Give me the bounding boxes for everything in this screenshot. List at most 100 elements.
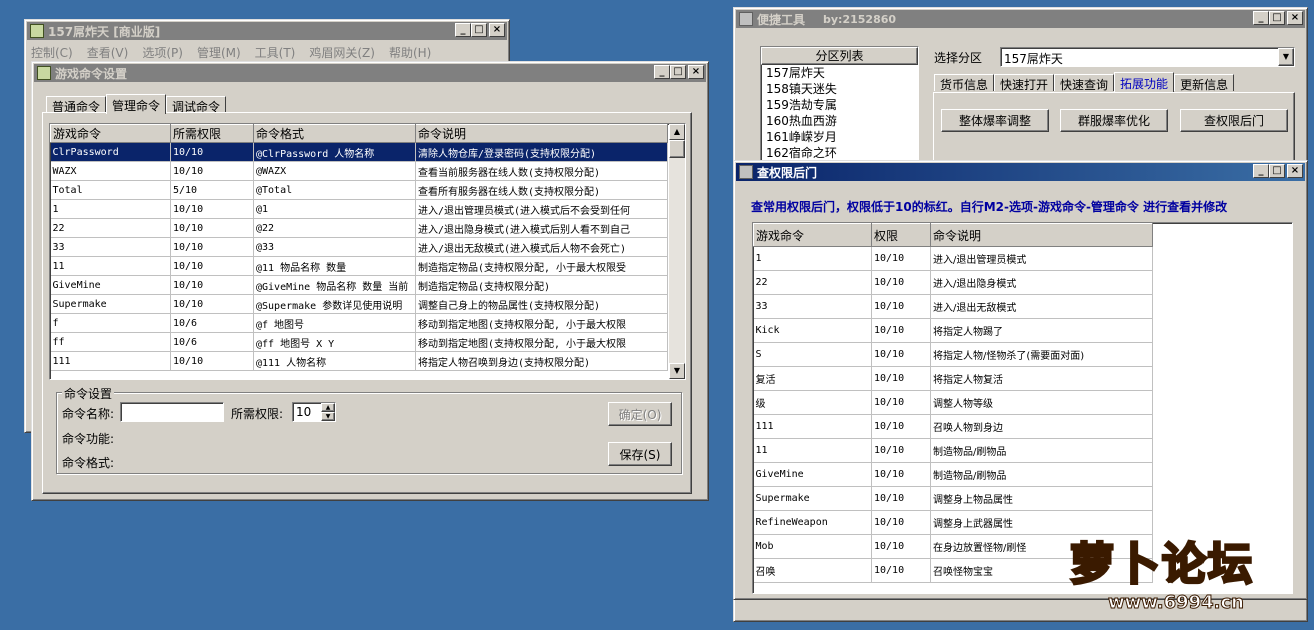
table-row[interactable]: Total 5/10 @Total 查看所有服务器在线人数(支持权限分配) — [50, 180, 668, 200]
table-cell: 将指定人物召唤到身边(支持权限分配) — [415, 351, 668, 371]
table-row[interactable]: ff 10/6 @ff 地图号 X Y 移动到指定地图(支持权限分配, 小于最大权限 — [50, 332, 668, 352]
table-row[interactable]: 级 10/10 调整人物等级 — [753, 390, 1153, 415]
check-permission-button[interactable]: 查权限后门 — [1180, 109, 1288, 132]
table-cell: 10/10 — [871, 558, 931, 583]
table-row[interactable]: GiveMine 10/10 制造物品/刷物品 — [753, 462, 1153, 487]
close-icon[interactable]: × — [489, 23, 505, 37]
minimize-icon[interactable]: _ — [654, 65, 670, 79]
spin-up-icon[interactable]: ▲ — [321, 403, 335, 412]
list-item[interactable]: 160热血西游 — [766, 113, 918, 129]
table-row[interactable]: 22 10/10 @22 进入/退出隐身模式(进入模式后别人看不到自己 — [50, 218, 668, 238]
table-cell: 召唤人物到身边 — [930, 414, 1153, 439]
minimize-icon[interactable]: _ — [1253, 164, 1269, 178]
table-cell: 调整自己身上的物品属性(支持权限分配) — [415, 294, 668, 314]
table-row[interactable]: f 10/6 @f 地图号 移动到指定地图(支持权限分配, 小于最大权限 — [50, 313, 668, 333]
table-cell: 10/10 — [871, 246, 931, 271]
table-cell: 10/10 — [170, 237, 254, 257]
partition-select[interactable]: 157屌炸天 ▼ — [1000, 47, 1295, 67]
chevron-down-icon[interactable]: ▼ — [1278, 48, 1294, 66]
column-header[interactable]: 命令说明 — [415, 124, 668, 143]
permission-spinner[interactable]: 10 ▲ ▼ — [292, 402, 336, 422]
commands-scrollbar[interactable]: ▲ ▼ — [669, 124, 685, 379]
menu-item[interactable]: 管理(M) — [197, 44, 241, 61]
confirm-button[interactable]: 确定(O) — [608, 402, 672, 426]
table-row[interactable]: Kick 10/10 将指定人物踢了 — [753, 318, 1153, 343]
main-app-titlebar[interactable]: 157屌炸天 [商业版] _ □ × — [27, 22, 507, 40]
minimize-icon[interactable]: _ — [1253, 11, 1269, 25]
list-item[interactable]: 159浩劫专属 — [766, 97, 918, 113]
main-app-title: 157屌炸天 [商业版] — [48, 24, 161, 39]
table-cell: 10/10 — [871, 366, 931, 391]
table-cell: 10/10 — [871, 438, 931, 463]
list-item[interactable]: 162宿命之环 — [766, 145, 918, 161]
table-row[interactable]: 111 10/10 召唤人物到身边 — [753, 414, 1153, 439]
table-row[interactable]: Supermake 10/10 调整身上物品属性 — [753, 486, 1153, 511]
list-item[interactable]: 158镇天迷失 — [766, 81, 918, 97]
tab-quick-open[interactable]: 快速打开 — [994, 74, 1055, 92]
table-row[interactable]: WAZX 10/10 @WAZX 查看当前服务器在线人数(支持权限分配) — [50, 161, 668, 181]
table-cell: 制造指定物品(支持权限分配) — [415, 275, 668, 295]
table-row[interactable]: ClrPassword 10/10 @ClrPassword 人物名称 清除人物仓库/… — [50, 142, 668, 162]
table-row[interactable]: 33 10/10 进入/退出无敌模式 — [753, 294, 1153, 319]
tab-admin-commands[interactable]: 管理命令 — [106, 94, 167, 114]
table-row[interactable]: 1 10/10 进入/退出管理员模式 — [753, 246, 1153, 271]
menu-item[interactable]: 鸡眉网关(Z) — [309, 44, 375, 61]
list-item[interactable]: 161峥嵘岁月 — [766, 129, 918, 145]
scroll-thumb[interactable] — [669, 140, 685, 158]
tab-currency-info[interactable]: 货币信息 — [934, 74, 995, 92]
table-row[interactable]: 111 10/10 @111 人物名称 将指定人物召唤到身边(支持权限分配) — [50, 351, 668, 371]
table-row[interactable]: 1 10/10 @1 进入/退出管理员模式(进入模式后不会受到任何 — [50, 199, 668, 219]
table-row[interactable]: 复活 10/10 将指定人物复活 — [753, 366, 1153, 391]
maximize-icon[interactable]: □ — [471, 23, 487, 37]
maximize-icon[interactable]: □ — [670, 65, 686, 79]
table-cell: 10/6 — [170, 332, 254, 352]
command-tabs: 普通命令 管理命令 调试命令 — [46, 93, 227, 114]
app-icon — [37, 66, 51, 80]
column-header[interactable]: 命令格式 — [253, 124, 416, 143]
table-cell: 调整人物等级 — [930, 390, 1153, 415]
maximize-icon[interactable]: □ — [1269, 11, 1285, 25]
drop-rate-adjust-button[interactable]: 整体爆率调整 — [941, 109, 1049, 132]
table-row[interactable]: GiveMine 10/10 @GiveMine 物品名称 数量 当前 制造指定物品(… — [50, 275, 668, 295]
close-icon[interactable]: × — [688, 65, 704, 79]
menu-item[interactable]: 查看(V) — [87, 44, 129, 61]
table-row[interactable]: S 10/10 将指定人物/怪物杀了(需要面对面) — [753, 342, 1153, 367]
command-name-input[interactable] — [120, 402, 224, 422]
scroll-up-icon[interactable]: ▲ — [669, 124, 685, 140]
command-settings-titlebar[interactable]: 游戏命令设置 _ □ × — [34, 64, 706, 82]
maximize-icon[interactable]: □ — [1269, 164, 1285, 178]
menu-item[interactable]: 选项(P) — [142, 44, 183, 61]
partition-list[interactable]: 分区列表 157屌炸天 158镇天迷失 159浩劫专属 160热血西游 161峥嵘岁月 1… — [760, 46, 919, 162]
table-row[interactable]: 22 10/10 进入/退出隐身模式 — [753, 270, 1153, 295]
minimize-icon[interactable]: _ — [455, 23, 471, 37]
tab-quick-query[interactable]: 快速查询 — [1054, 74, 1115, 92]
tab-extensions[interactable]: 拓展功能 — [1114, 72, 1175, 92]
list-item[interactable]: 157屌炸天 — [766, 65, 918, 81]
close-icon[interactable]: × — [1287, 11, 1303, 25]
menu-item[interactable]: 工具(T) — [255, 44, 296, 61]
table-cell: @f 地图号 — [253, 313, 416, 333]
permission-check-titlebar[interactable]: 查权限后门 _ □ × — [736, 163, 1305, 181]
tab-normal-commands[interactable]: 普通命令 — [46, 96, 107, 114]
scroll-down-icon[interactable]: ▼ — [669, 363, 685, 379]
tools-titlebar[interactable]: 便捷工具 by:2152860 _ □ × — [736, 10, 1305, 28]
tab-update-info[interactable]: 更新信息 — [1174, 74, 1235, 92]
save-button[interactable]: 保存(S) — [608, 442, 672, 466]
close-icon[interactable]: × — [1287, 164, 1303, 178]
spin-down-icon[interactable]: ▼ — [321, 412, 335, 421]
table-row[interactable]: 11 10/10 制造物品/刷物品 — [753, 438, 1153, 463]
menu-item[interactable]: 帮助(H) — [389, 44, 431, 61]
table-row[interactable]: 11 10/10 @11 物品名称 数量 制造指定物品(支持权限分配, 小于最大权限受 — [50, 256, 668, 276]
table-cell: 查看当前服务器在线人数(支持权限分配) — [415, 161, 668, 181]
column-header[interactable]: 游戏命令 — [753, 223, 872, 247]
tab-debug-commands[interactable]: 调试命令 — [166, 96, 227, 114]
column-header[interactable]: 命令说明 — [930, 223, 1153, 247]
forum-logo-text: 萝卜论坛 — [1069, 538, 1254, 592]
column-header[interactable]: 游戏命令 — [50, 124, 171, 143]
table-row[interactable]: 33 10/10 @33 进入/退出无敌模式(进入模式后人物不会死亡) — [50, 237, 668, 257]
group-drop-rate-button[interactable]: 群服爆率优化 — [1060, 109, 1168, 132]
menu-item[interactable]: 控制(C) — [31, 44, 73, 61]
table-row[interactable]: Supermake 10/10 @Supermake 参数详见使用说明 调整自己身上的… — [50, 294, 668, 314]
column-header[interactable]: 权限 — [871, 223, 931, 247]
column-header[interactable]: 所需权限 — [170, 124, 254, 143]
